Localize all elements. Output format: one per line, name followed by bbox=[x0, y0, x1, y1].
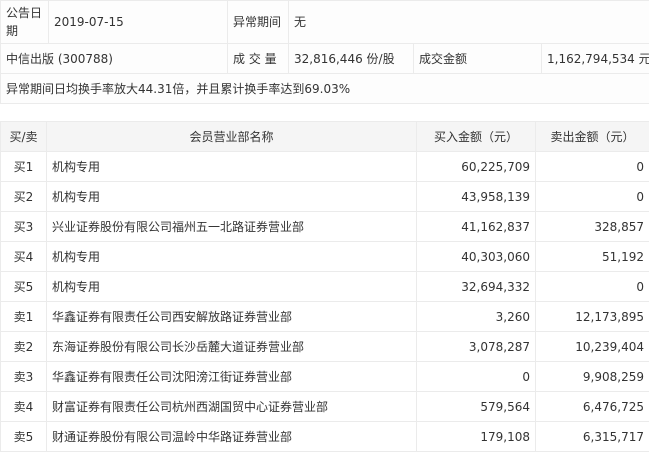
broker-name: 东海证券股份有限公司长沙岳麓大道证券营业部 bbox=[46, 331, 417, 362]
table-row: 卖5 财通证券股份有限公司温岭中华路证券营业部 179,108 6,315,717 bbox=[0, 421, 649, 452]
table-row: 买5 机构专用 32,694,332 0 bbox=[0, 271, 649, 302]
broker-name: 华鑫证券有限责任公司沈阳滂江街证券营业部 bbox=[46, 361, 417, 392]
buy-amount: 179,108 bbox=[416, 421, 536, 452]
side-cell: 卖4 bbox=[0, 391, 47, 422]
sell-amount: 10,239,404 bbox=[535, 331, 649, 362]
side-cell: 卖1 bbox=[0, 301, 47, 332]
summary-table: 公告日期 2019-07-15 异常期间 无 中信出版 (300788) 成 交… bbox=[0, 0, 649, 104]
table-row: 卖1 华鑫证券有限责任公司西安解放路证券营业部 3,260 12,173,895 bbox=[0, 301, 649, 332]
amount-value: 1,162,794,534 元 bbox=[541, 43, 649, 74]
broker-name: 兴业证券股份有限公司福州五一北路证券营业部 bbox=[46, 211, 417, 242]
broker-name: 华鑫证券有限责任公司西安解放路证券营业部 bbox=[46, 301, 417, 332]
buy-amount: 3,078,287 bbox=[416, 331, 536, 362]
side-cell: 买5 bbox=[0, 271, 47, 302]
sell-amount: 9,908,259 bbox=[535, 361, 649, 392]
broker-name: 财通证券股份有限公司温岭中华路证券营业部 bbox=[46, 421, 417, 452]
table-row: 卖2 东海证券股份有限公司长沙岳麓大道证券营业部 3,078,287 10,239,4… bbox=[0, 331, 649, 362]
volume-label: 成 交 量 bbox=[227, 43, 289, 74]
broker-name: 机构专用 bbox=[46, 181, 417, 212]
buy-amount: 579,564 bbox=[416, 391, 536, 422]
stock-name: 中信出版 (300788) bbox=[0, 43, 228, 74]
sell-amount: 12,173,895 bbox=[535, 301, 649, 332]
buy-amount: 41,162,837 bbox=[416, 211, 536, 242]
sell-amount: 6,476,725 bbox=[535, 391, 649, 422]
table-row: 买1 机构专用 60,225,709 0 bbox=[0, 151, 649, 182]
side-cell: 卖3 bbox=[0, 361, 47, 392]
sell-amount: 0 bbox=[535, 181, 649, 212]
sell-amount: 6,315,717 bbox=[535, 421, 649, 452]
table-row: 买2 机构专用 43,958,139 0 bbox=[0, 181, 649, 212]
announcement-date: 2019-07-15 bbox=[48, 0, 228, 44]
table-row: 买3 兴业证券股份有限公司福州五一北路证券营业部 41,162,837 328,857 bbox=[0, 211, 649, 242]
header-sell: 卖出金额（元） bbox=[535, 121, 649, 152]
broker-table: 买/卖 会员营业部名称 买入金额（元） 卖出金额（元） 买1 机构专用 60,225… bbox=[0, 121, 649, 452]
sell-amount: 51,192 bbox=[535, 241, 649, 272]
volume-value: 32,816,446 份/股 bbox=[288, 43, 414, 74]
buy-amount: 40,303,060 bbox=[416, 241, 536, 272]
abnormal-note: 异常期间日均换手率放大44.31倍，并且累计换手率达到69.03% bbox=[0, 73, 649, 104]
broker-name: 机构专用 bbox=[46, 241, 417, 272]
header-broker: 会员营业部名称 bbox=[46, 121, 417, 152]
amount-label: 成交金额 bbox=[413, 43, 542, 74]
buy-amount: 3,260 bbox=[416, 301, 536, 332]
table-row: 卖3 华鑫证券有限责任公司沈阳滂江街证券营业部 0 9,908,259 bbox=[0, 361, 649, 392]
side-cell: 卖5 bbox=[0, 421, 47, 452]
table-row: 买4 机构专用 40,303,060 51,192 bbox=[0, 241, 649, 272]
broker-name: 机构专用 bbox=[46, 271, 417, 302]
period-value: 无 bbox=[288, 0, 649, 44]
buy-amount: 43,958,139 bbox=[416, 181, 536, 212]
buy-amount: 60,225,709 bbox=[416, 151, 536, 182]
side-cell: 卖2 bbox=[0, 331, 47, 362]
header-side: 买/卖 bbox=[0, 121, 47, 152]
side-cell: 买3 bbox=[0, 211, 47, 242]
broker-name: 财富证券有限责任公司杭州西湖国贸中心证券营业部 bbox=[46, 391, 417, 422]
broker-name: 机构专用 bbox=[46, 151, 417, 182]
buy-amount: 32,694,332 bbox=[416, 271, 536, 302]
side-cell: 买1 bbox=[0, 151, 47, 182]
side-cell: 买4 bbox=[0, 241, 47, 272]
sell-amount: 0 bbox=[535, 271, 649, 302]
table-row: 卖4 财富证券有限责任公司杭州西湖国贸中心证券营业部 579,564 6,476,72… bbox=[0, 391, 649, 422]
sell-amount: 0 bbox=[535, 151, 649, 182]
period-label: 异常期间 bbox=[227, 0, 289, 44]
header-buy: 买入金额（元） bbox=[416, 121, 536, 152]
side-cell: 买2 bbox=[0, 181, 47, 212]
sell-amount: 328,857 bbox=[535, 211, 649, 242]
date-label: 公告日期 bbox=[0, 0, 49, 44]
buy-amount: 0 bbox=[416, 361, 536, 392]
